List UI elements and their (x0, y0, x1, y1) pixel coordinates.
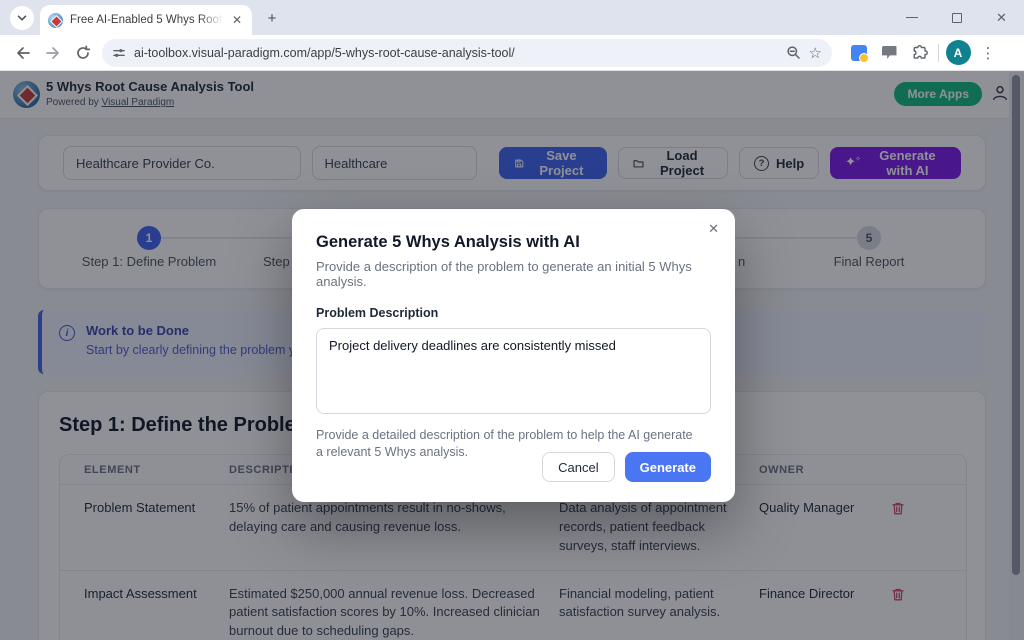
browser-tab[interactable]: Free AI-Enabled 5 Whys Root C ✕ (40, 5, 252, 35)
window-controls: ✕ (889, 0, 1024, 35)
chevron-down-icon (15, 11, 29, 25)
browser-menu-button[interactable]: ⋮ (973, 39, 1003, 67)
blue-extension-icon (851, 45, 867, 61)
navbar-divider (938, 44, 939, 62)
url-bar[interactable]: ai-toolbox.visual-paradigm.com/app/5-why… (102, 39, 832, 67)
cancel-button[interactable]: Cancel (542, 452, 614, 482)
browser-navbar: ai-toolbox.visual-paradigm.com/app/5-why… (0, 35, 1024, 71)
site-settings-icon[interactable] (112, 46, 126, 60)
puzzle-icon (911, 44, 928, 61)
modal-actions: Cancel Generate (542, 452, 711, 482)
modal-subtitle: Provide a description of the problem to … (316, 259, 711, 289)
generate-button[interactable]: Generate (625, 452, 711, 482)
generate-ai-modal: ✕ Generate 5 Whys Analysis with AI Provi… (292, 209, 735, 502)
window-close-button[interactable]: ✕ (979, 0, 1024, 35)
window-minimize-button[interactable] (889, 0, 934, 35)
tab-strip: Free AI-Enabled 5 Whys Root C ✕ + ✕ (0, 0, 1024, 35)
new-tab-button[interactable]: + (262, 8, 282, 28)
minimize-icon (906, 17, 918, 18)
url-text[interactable]: ai-toolbox.visual-paradigm.com/app/5-why… (134, 46, 778, 60)
pinned-extension-button[interactable] (844, 39, 874, 67)
back-button[interactable] (8, 39, 38, 67)
site-favicon-icon (48, 13, 63, 28)
window-maximize-button[interactable] (934, 0, 979, 35)
app-page: 5 Whys Root Cause Analysis Tool Powered … (0, 71, 1024, 640)
extensions-button[interactable] (904, 39, 934, 67)
zoom-out-icon[interactable] (786, 45, 801, 60)
bookmark-star-icon[interactable]: ☆ (809, 44, 822, 62)
reload-button[interactable] (68, 39, 98, 67)
modal-close-icon[interactable]: ✕ (708, 221, 719, 237)
reload-icon (75, 45, 91, 61)
forward-button[interactable] (38, 39, 68, 67)
flag-button[interactable] (874, 39, 904, 67)
forward-icon (45, 45, 61, 61)
maximize-icon (952, 13, 962, 23)
tab-search-button[interactable] (10, 6, 34, 30)
browser-window: Free AI-Enabled 5 Whys Root C ✕ + ✕ ai-t… (0, 0, 1024, 640)
avatar: A (946, 40, 971, 65)
problem-description-textarea[interactable]: Project delivery deadlines are consisten… (316, 328, 711, 414)
tab-title: Free AI-Enabled 5 Whys Root C (70, 14, 223, 26)
problem-description-label: Problem Description (316, 306, 711, 320)
profile-button[interactable]: A (943, 39, 973, 67)
flag-icon (882, 46, 897, 59)
back-icon (15, 45, 31, 61)
tab-close-icon[interactable]: ✕ (230, 13, 244, 27)
modal-title: Generate 5 Whys Analysis with AI (316, 233, 711, 252)
